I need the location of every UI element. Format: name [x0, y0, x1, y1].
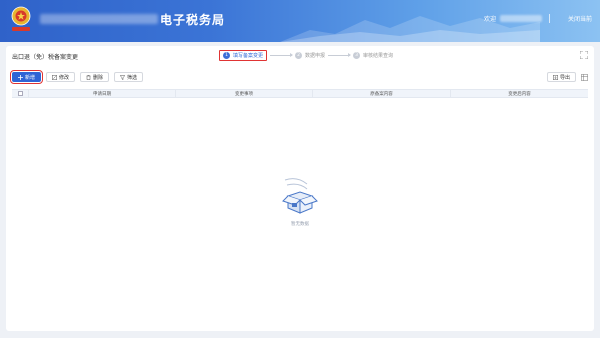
main-panel: 出口退（免）税备案变更 1 填写备案变更 2 数据申报 3 审核结果查询 新增 …: [6, 46, 594, 331]
tax-emblem-icon: [11, 6, 31, 31]
step-arrow-icon: [270, 53, 294, 57]
step-number: 3: [353, 52, 361, 59]
right-toolbar: 导出: [546, 72, 588, 82]
step-number: 2: [295, 52, 303, 59]
step-arrow-icon: [328, 53, 352, 57]
step-1[interactable]: 1 填写备案变更: [219, 50, 268, 61]
step-label: 填写备案变更: [233, 53, 264, 59]
user-info[interactable]: 欢迎: [484, 14, 542, 23]
column-header[interactable]: 原备案内容: [312, 90, 450, 97]
add-button[interactable]: 新增: [9, 70, 44, 84]
edit-button[interactable]: 修改: [46, 72, 76, 82]
edit-icon: [52, 74, 57, 80]
top-header: 电子税务局 欢迎 关闭当前: [0, 0, 600, 42]
step-indicator: 1 填写备案变更 2 数据申报 3 审核结果查询: [219, 50, 393, 61]
export-button[interactable]: 导出: [546, 72, 576, 82]
column-header[interactable]: 申请日期: [28, 90, 175, 97]
add-button-label: 新增: [25, 74, 36, 81]
empty-text: 暂无数据: [291, 222, 309, 227]
close-current-button[interactable]: 关闭当前: [568, 14, 592, 23]
select-all-checkbox[interactable]: [12, 90, 28, 97]
edit-button-label: 修改: [59, 74, 70, 81]
trash-icon: [86, 74, 91, 80]
export-icon: [553, 74, 558, 80]
step-3[interactable]: 3 审核结果查询: [353, 52, 393, 59]
filter-button[interactable]: 筛选: [114, 72, 144, 82]
column-header[interactable]: 变更后内容: [450, 90, 588, 97]
fullscreen-icon[interactable]: [580, 51, 588, 59]
step-number: 1: [223, 52, 230, 59]
user-greeting: 欢迎: [483, 16, 496, 23]
organization-name-redacted: [40, 14, 158, 24]
empty-box-icon: [282, 178, 318, 214]
column-header[interactable]: 变更事项: [175, 90, 312, 97]
page-title: 出口退（免）税备案变更: [12, 54, 79, 61]
step-label: 数据申报: [305, 53, 326, 59]
plus-icon: [18, 74, 23, 80]
user-name-redacted: [500, 15, 542, 22]
toolbar: 新增 修改 删除 筛选: [9, 70, 144, 84]
header-separator: [549, 14, 550, 23]
step-2[interactable]: 2 数据申报: [295, 52, 325, 59]
delete-button-label: 删除: [93, 74, 104, 81]
site-title: 电子税务局: [160, 13, 226, 27]
filter-button-label: 筛选: [127, 74, 138, 81]
filter-icon: [120, 74, 126, 80]
table-header: 申请日期 变更事项 原备案内容 变更后内容: [12, 89, 588, 98]
empty-state: 暂无数据: [270, 176, 330, 227]
column-settings-icon[interactable]: [581, 73, 588, 81]
export-button-label: 导出: [559, 74, 570, 81]
delete-button[interactable]: 删除: [80, 72, 110, 82]
step-label: 审核结果查询: [363, 53, 394, 59]
